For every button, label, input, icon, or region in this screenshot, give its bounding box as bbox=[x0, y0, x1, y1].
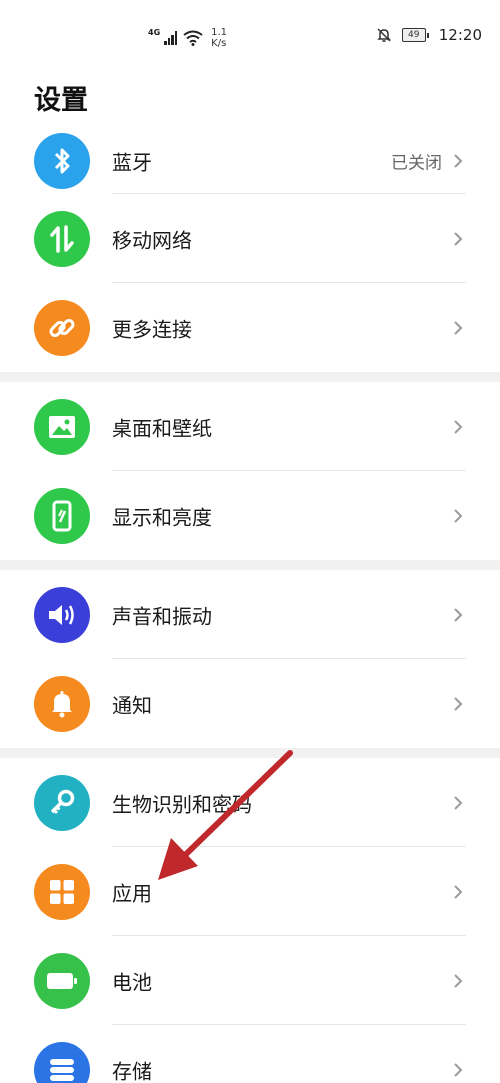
chevron-right-icon bbox=[454, 607, 463, 622]
battery-level: 49 bbox=[401, 28, 426, 42]
battery-icon bbox=[34, 952, 90, 1009]
chevron-right-icon bbox=[454, 696, 463, 711]
speed-value: 1.1 bbox=[211, 27, 228, 38]
settings-item-label: 声音和振动 bbox=[112, 604, 212, 628]
section-separator bbox=[0, 560, 500, 570]
status-bar-network: 4G 1.1 K/s bbox=[148, 26, 227, 50]
wallpaper-icon bbox=[34, 398, 90, 455]
settings-item-biometrics[interactable]: 生物识别和密码 bbox=[0, 758, 500, 847]
bell-off-icon bbox=[376, 28, 391, 42]
status-bar-right: 49 12:20 bbox=[376, 26, 482, 44]
clock: 12:20 bbox=[438, 26, 482, 44]
network-type: 4G bbox=[148, 27, 161, 37]
settings-item-label: 移动网络 bbox=[112, 228, 192, 252]
wifi-icon bbox=[183, 30, 203, 46]
settings-item-label: 生物识别和密码 bbox=[112, 792, 252, 816]
chevron-right-icon bbox=[454, 231, 463, 246]
settings-item-mobile-network[interactable]: 移动网络 bbox=[0, 194, 500, 283]
settings-item-bluetooth[interactable]: 蓝牙 已关闭 bbox=[0, 128, 500, 194]
speed-unit: K/s bbox=[211, 38, 227, 49]
chevron-right-icon bbox=[454, 154, 463, 168]
settings-item-label: 应用 bbox=[112, 881, 152, 905]
settings-item-sound[interactable]: 声音和振动 bbox=[0, 570, 500, 659]
settings-item-label: 显示和亮度 bbox=[112, 505, 212, 529]
display-icon bbox=[34, 487, 90, 544]
bell-icon bbox=[34, 675, 90, 732]
chevron-right-icon bbox=[454, 1062, 463, 1077]
settings-item-notifications[interactable]: 通知 bbox=[0, 659, 500, 748]
storage-icon bbox=[34, 1041, 90, 1083]
settings-item-home-wallpaper[interactable]: 桌面和壁纸 bbox=[0, 382, 500, 471]
section-separator bbox=[0, 372, 500, 382]
settings-item-label: 通知 bbox=[112, 693, 152, 717]
key-icon bbox=[34, 774, 90, 831]
status-bar: 4G 1.1 K/s 49 12:20 bbox=[0, 0, 500, 72]
chevron-right-icon bbox=[454, 973, 463, 988]
chevron-right-icon bbox=[454, 884, 463, 899]
chevron-right-icon bbox=[454, 795, 463, 810]
chevron-right-icon bbox=[454, 320, 463, 335]
page-title: 设置 bbox=[34, 85, 88, 116]
settings-item-battery[interactable]: 电池 bbox=[0, 936, 500, 1025]
settings-item-label: 电池 bbox=[112, 970, 152, 994]
settings-item-storage[interactable]: 存储 bbox=[0, 1025, 500, 1083]
settings-item-value: 已关闭 bbox=[391, 153, 442, 174]
link-icon bbox=[34, 299, 90, 356]
chevron-right-icon bbox=[454, 419, 463, 434]
signal-icon bbox=[164, 31, 178, 45]
settings-item-label: 蓝牙 bbox=[112, 150, 152, 175]
bluetooth-icon bbox=[34, 133, 90, 189]
network-speed: 1.1 K/s bbox=[211, 27, 227, 49]
settings-item-more-connections[interactable]: 更多连接 bbox=[0, 283, 500, 372]
settings-item-label: 桌面和壁纸 bbox=[112, 416, 212, 440]
speaker-icon bbox=[34, 586, 90, 643]
battery-indicator: 49 bbox=[401, 28, 429, 42]
apps-icon bbox=[34, 863, 90, 920]
settings-item-display[interactable]: 显示和亮度 bbox=[0, 471, 500, 560]
section-separator bbox=[0, 748, 500, 758]
mobile-data-icon bbox=[34, 210, 90, 267]
settings-list[interactable]: 蓝牙 已关闭 移动网络 更多连接 桌面和壁纸 显示和亮度 声音和振动 通知 生物… bbox=[0, 128, 500, 1083]
chevron-right-icon bbox=[454, 508, 463, 523]
settings-item-label: 存储 bbox=[112, 1059, 152, 1083]
settings-item-apps[interactable]: 应用 bbox=[0, 847, 500, 936]
settings-item-label: 更多连接 bbox=[112, 317, 192, 341]
